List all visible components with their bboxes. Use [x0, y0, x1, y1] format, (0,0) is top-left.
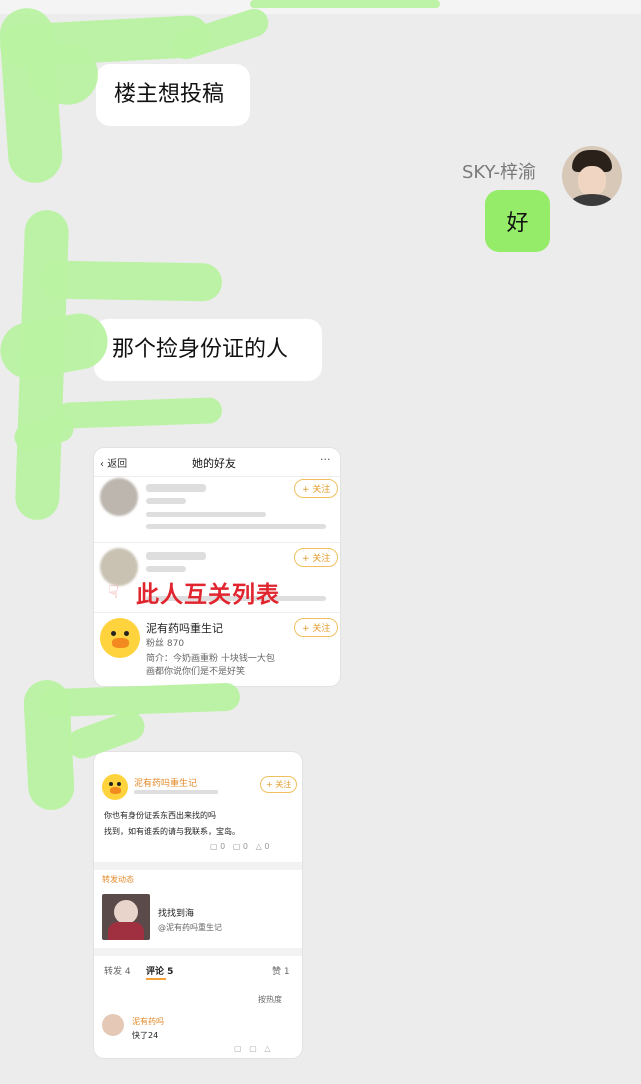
commenter-avatar [102, 1014, 124, 1036]
divider [94, 948, 302, 956]
message-text: 好 [506, 211, 529, 236]
message-text: 楼主想投稿 [114, 82, 225, 107]
user-name: 泥有药吗重生记 [146, 622, 223, 635]
quote-thumbnail [102, 894, 150, 940]
message-bubble-sent[interactable]: 好 [485, 190, 550, 252]
message-bubble-received[interactable]: 那个捡身份证的人 [94, 319, 322, 381]
post-text: 你也有身份证丢东西出来找的吗 [104, 811, 216, 820]
follow-button: + 关注 [260, 776, 298, 793]
comment-user: 泥有药吗 [132, 1017, 164, 1026]
post-author: 泥有药吗重生记 [134, 779, 198, 789]
redaction-scribble [39, 682, 241, 718]
avatar [100, 478, 138, 516]
avatar-face [578, 166, 606, 196]
quote-sub: @泥有药吗重生记 [158, 923, 222, 932]
message-text: 那个捡身份证的人 [112, 337, 289, 362]
back-button: ‹ 返回 [100, 459, 128, 470]
quote-name: 找找到海 [158, 909, 195, 919]
comment-actions: ▢ ▢ △ [234, 1044, 271, 1053]
redaction-scribble [55, 397, 223, 429]
screenshot-header: ‹ 返回 她的好友 ··· [94, 448, 340, 477]
divider [94, 862, 302, 870]
fans-count: 粉丝 870 [146, 639, 185, 649]
tab-forward: 转发 4 [104, 967, 131, 977]
sender-name: SKY-梓渝 [462, 162, 536, 183]
message-bubble-received[interactable]: 楼主想投稿 [96, 64, 250, 126]
follow-button: + 关注 [294, 618, 339, 637]
image-message-friends-list[interactable]: ‹ 返回 她的好友 ··· + 关注 + 关注 此人互关列表 ☟ 泥有药吗重生记… [94, 448, 340, 686]
tab-comment: 评论 5 [146, 967, 174, 977]
pointing-hand-icon: ☟ [108, 582, 119, 603]
tab-like: 赞 1 [272, 967, 290, 977]
quote-header: 转发动态 [102, 875, 134, 884]
sender-avatar[interactable] [562, 146, 622, 206]
duck-avatar-icon [100, 618, 140, 658]
user-bio: 简介：今奶画重粉 十块钱一大包 [146, 654, 275, 664]
image-message-post[interactable]: 泥有药吗重生记 + 关注 你也有身份证丢东西出来找的吗 找到，如有谁丢的请与我联… [94, 752, 302, 1058]
avatar [100, 548, 138, 586]
screenshot-title: 她的好友 [192, 457, 236, 470]
user-bio-2: 画都你说你们是不是好笑 [146, 667, 246, 677]
more-icon: ··· [320, 453, 331, 466]
overlay-caption: 此人互关列表 [136, 582, 280, 608]
redaction-scribble [39, 260, 223, 302]
comment-text: 快了24 [132, 1031, 159, 1040]
divider [94, 612, 340, 613]
post-text-2: 找到，如有谁丢的请与我联系，宝岛。 [104, 827, 240, 836]
follow-button: + 关注 [294, 548, 339, 567]
duck-avatar-icon [102, 774, 128, 800]
divider [94, 542, 340, 543]
tab-indicator [146, 978, 166, 980]
avatar-shirt [570, 194, 614, 206]
sort-label: 按热度 [258, 995, 282, 1004]
follow-button: + 关注 [294, 479, 339, 498]
post-actions: ▢ 0 ▢ 0 △ 0 [210, 842, 270, 851]
redaction-scribble [250, 0, 440, 8]
